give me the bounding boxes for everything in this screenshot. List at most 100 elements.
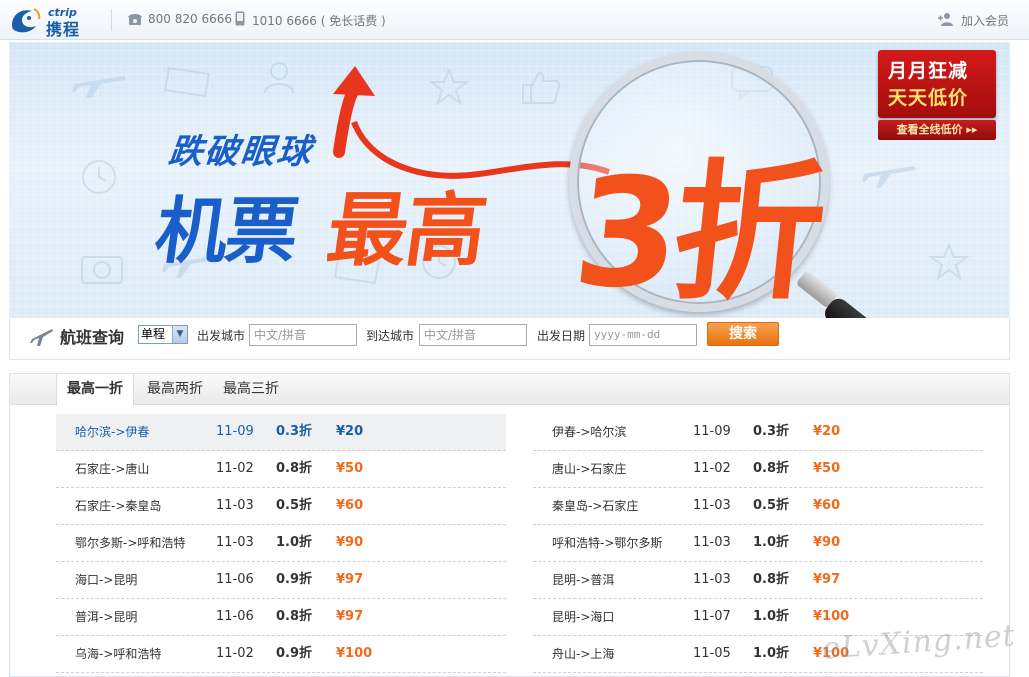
trip-type-value: 单程 xyxy=(141,327,166,341)
deal-row[interactable]: 伊春->哈尔滨 11-09 0.3折 ¥20 xyxy=(533,414,983,451)
to-city-label: 到达城市 xyxy=(366,329,415,343)
deal-date: 11-03 xyxy=(693,498,731,513)
airplane-bg-icon xyxy=(72,76,126,98)
deal-price: ¥100 xyxy=(336,646,373,661)
promo-line1: 月月狂减 xyxy=(888,60,969,82)
banner-slogan-highest: 最高 xyxy=(321,184,491,277)
deal-discount: 0.3折 xyxy=(753,424,790,439)
deal-discount: 1.0折 xyxy=(753,609,790,624)
deal-price: ¥90 xyxy=(336,535,364,550)
logo-text-cn: 携程 xyxy=(46,20,81,39)
deal-row[interactable]: 乌海->呼和浩特 11-02 0.9折 ¥100 xyxy=(56,636,506,673)
deal-route[interactable]: 哈尔滨->伊春 xyxy=(75,414,149,450)
from-city-input[interactable]: 中文/拼音 xyxy=(249,324,357,346)
deal-date: 11-03 xyxy=(693,535,731,550)
deal-row[interactable]: 普洱->昆明 11-06 0.8折 ¥97 xyxy=(56,599,506,636)
deal-row[interactable]: 海口->昆明 11-06 0.9折 ¥97 xyxy=(56,562,506,599)
deal-route[interactable]: 呼和浩特->鄂尔多斯 xyxy=(552,525,662,561)
deal-row[interactable]: 哈尔滨->伊春 11-09 0.3折 ¥20 xyxy=(56,414,506,451)
deal-discount: 0.8折 xyxy=(753,572,790,587)
deal-price: ¥50 xyxy=(813,461,841,476)
deal-price: ¥90 xyxy=(813,535,841,550)
logo-dolphin-icon xyxy=(12,8,41,33)
divider xyxy=(111,9,112,31)
person-bg-icon xyxy=(264,62,294,94)
airplane-icon xyxy=(30,329,53,346)
deal-date: 11-09 xyxy=(693,424,731,439)
deal-row[interactable]: 秦皇岛->石家庄 11-03 0.5折 ¥60 xyxy=(533,488,983,525)
flight-search-bar: 航班查询 单程 ▼ 出发城市 中文/拼音 到达城市 中文/拼音 出发日期 yyy… xyxy=(9,318,1010,360)
ctrip-logo[interactable]: ctrip 携程 xyxy=(8,5,98,39)
deal-price: ¥20 xyxy=(336,424,364,439)
departure-date-label: 出发日期 xyxy=(537,329,586,343)
deal-price: ¥20 xyxy=(813,424,841,439)
deal-discount: 0.5折 xyxy=(276,498,313,513)
deal-date: 11-02 xyxy=(693,461,731,476)
deal-discount: 1.0折 xyxy=(753,646,790,661)
join-member-link[interactable]: 加入会员 xyxy=(961,12,1009,29)
promo-badge[interactable]: 月月狂减 天天低价 查看全线低价 ▸▸ xyxy=(878,50,996,142)
deal-price: ¥97 xyxy=(336,572,364,587)
deal-route[interactable]: 鄂尔多斯->呼和浩特 xyxy=(75,525,185,561)
chevron-down-icon[interactable]: ▼ xyxy=(172,326,187,343)
deal-route[interactable]: 舟山->上海 xyxy=(552,636,614,672)
deal-route[interactable]: 海口->昆明 xyxy=(75,562,137,598)
flight-search-title: 航班查询 xyxy=(60,328,125,347)
deal-route[interactable]: 唐山->石家庄 xyxy=(552,451,626,487)
view-all-deals-button[interactable]: 查看全线低价 ▸▸ xyxy=(878,120,996,140)
deal-route[interactable]: 秦皇岛->石家庄 xyxy=(552,488,638,524)
discount-tabs: 最高一折 最高两折 最高三折 xyxy=(10,374,1009,406)
deal-route[interactable]: 昆明->普洱 xyxy=(552,562,614,598)
camera-bg-icon xyxy=(81,256,123,284)
deal-discount: 0.5折 xyxy=(753,498,790,513)
deal-route[interactable]: 石家庄->秦皇岛 xyxy=(75,488,161,524)
deal-row[interactable]: 昆明->普洱 11-03 0.8折 ¥97 xyxy=(533,562,983,599)
tab-max-10-percent[interactable]: 最高一折 xyxy=(56,374,134,406)
deal-route[interactable]: 伊春->哈尔滨 xyxy=(552,414,626,450)
deal-price: ¥60 xyxy=(813,498,841,513)
deal-row[interactable]: 石家庄->唐山 11-02 0.8折 ¥50 xyxy=(56,451,506,488)
deal-date: 11-03 xyxy=(693,572,731,587)
banner-slogan-flights: 机票 xyxy=(150,189,303,273)
promo-banner[interactable]: 跌破眼球 机票 最高 3折 月月狂减 天天低价 查看全线低价 ▸▸ xyxy=(9,42,1010,318)
deal-date: 11-06 xyxy=(216,572,254,587)
deal-price: ¥97 xyxy=(336,609,364,624)
from-city-label: 出发城市 xyxy=(197,329,246,343)
tab-max-20-percent[interactable]: 最高两折 xyxy=(137,374,213,405)
deal-date: 11-09 xyxy=(216,424,254,439)
deal-date: 11-03 xyxy=(216,535,254,550)
to-city-input[interactable]: 中文/拼音 xyxy=(419,324,527,346)
deal-discount: 0.9折 xyxy=(276,646,313,661)
deal-row[interactable]: 呼和浩特->鄂尔多斯 11-03 1.0折 ¥90 xyxy=(533,525,983,562)
deal-date: 11-02 xyxy=(216,461,254,476)
deal-route[interactable]: 昆明->海口 xyxy=(552,599,614,635)
banner-big-discount: 3折 xyxy=(566,147,828,318)
toll-free-note: ( 免长话费 ) xyxy=(320,14,386,28)
deal-date: 11-02 xyxy=(216,646,254,661)
deal-row[interactable]: 唐山->石家庄 11-02 0.8折 ¥50 xyxy=(533,451,983,488)
deal-date: 11-07 xyxy=(693,609,731,624)
tab-max-30-percent[interactable]: 最高三折 xyxy=(213,374,289,405)
deal-discount: 0.8折 xyxy=(753,461,790,476)
deal-discount: 0.9折 xyxy=(276,572,313,587)
star-bg-icon xyxy=(929,242,969,281)
promo-badge-box: 月月狂减 天天低价 xyxy=(878,50,996,118)
trip-type-select[interactable]: 单程 ▼ xyxy=(138,325,188,344)
mobile-hotline: 1010 6666 ( 免长话费 ) xyxy=(252,12,386,29)
deal-row[interactable]: 鄂尔多斯->呼和浩特 11-03 1.0折 ¥90 xyxy=(56,525,506,562)
deal-discount: 1.0折 xyxy=(276,535,313,550)
search-button[interactable]: 搜索 xyxy=(707,322,779,346)
departure-date-input[interactable]: yyyy-mm-dd xyxy=(589,324,697,346)
deal-date: 11-06 xyxy=(216,609,254,624)
deal-discount: 0.3折 xyxy=(276,424,313,439)
deal-discount: 1.0折 xyxy=(753,535,790,550)
deal-date: 11-05 xyxy=(693,646,731,661)
deal-route[interactable]: 普洱->昆明 xyxy=(75,599,137,635)
deal-discount: 0.8折 xyxy=(276,609,313,624)
deal-route[interactable]: 乌海->呼和浩特 xyxy=(75,636,161,672)
top-bar: ctrip 携程 800 820 6666 1010 6666 ( 免长话费 )… xyxy=(0,0,1029,40)
deal-row[interactable]: 石家庄->秦皇岛 11-03 0.5折 ¥60 xyxy=(56,488,506,525)
clock-bg-icon xyxy=(82,160,116,194)
deal-date: 11-03 xyxy=(216,498,254,513)
deal-route[interactable]: 石家庄->唐山 xyxy=(75,451,149,487)
